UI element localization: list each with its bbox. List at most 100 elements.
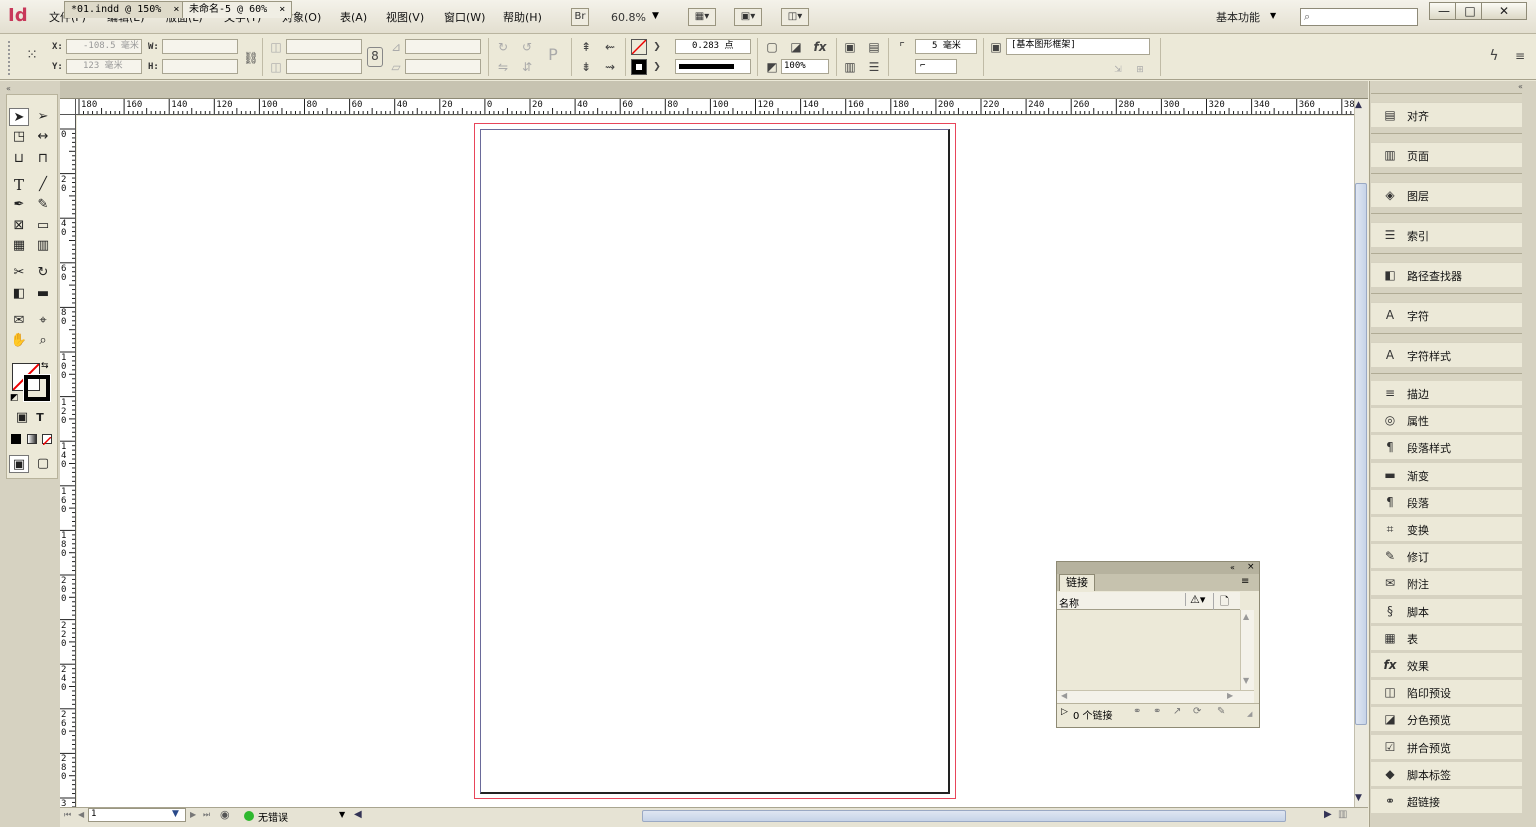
swap-colors-icon[interactable]: ⇆ <box>41 361 49 371</box>
document-tab-untitled-5[interactable]: 未命名-5 @ 60% × <box>182 1 293 18</box>
zoom-tool[interactable]: ⌕ <box>33 332 53 350</box>
panel-stroke[interactable]: ≡ 描边 <box>1371 381 1522 405</box>
links-scroll-left-icon[interactable]: ◀ <box>1061 691 1067 700</box>
toolbox-collapse-icon[interactable]: « <box>6 84 11 93</box>
constrain-proportions-icon[interactable]: ⛓ <box>243 50 259 66</box>
panel-group-grip[interactable] <box>1371 253 1522 262</box>
clear-overrides-icon[interactable]: ⇲ <box>1110 62 1126 78</box>
scale-y-field[interactable] <box>286 59 362 74</box>
corner-options-icon[interactable]: ⌜ <box>894 39 910 55</box>
horizontal-grid-tool[interactable]: ▦ <box>9 237 29 255</box>
gradient-swatch-tool[interactable]: ◧ <box>9 285 29 303</box>
vertical-scroll-thumb[interactable] <box>1355 183 1367 725</box>
split-window-icon[interactable]: ▥ <box>1338 809 1347 820</box>
pen-tool[interactable]: ✒ <box>9 196 29 214</box>
apply-gradient-icon[interactable] <box>27 434 37 444</box>
horizontal-ruler[interactable]: 180 160 140 120 100 80 60 40 20 0 20 40 60 80 100 120 14… <box>60 99 1354 115</box>
links-hscrollbar[interactable]: ◀ ▶ <box>1057 690 1254 703</box>
y-position-field[interactable]: 123 毫米 <box>66 59 142 74</box>
shear-angle-field[interactable] <box>405 59 481 74</box>
panel-pathfinder[interactable]: ◧ 路径查找器 <box>1371 263 1522 287</box>
hand-tool[interactable]: ✋ <box>9 332 29 350</box>
select-previous-icon[interactable]: ⇜ <box>602 39 618 55</box>
document-page[interactable] <box>480 129 950 794</box>
object-style-icon[interactable]: ▣ <box>988 39 1004 55</box>
links-panel-titlebar[interactable] <box>1057 562 1259 574</box>
panel-pages[interactable]: ▥ 页面 <box>1371 143 1522 167</box>
text-wrap-none-icon[interactable]: ▣ <box>842 39 858 55</box>
ruler-origin[interactable] <box>60 99 76 115</box>
panel-layers[interactable]: ◈ 图层 <box>1371 183 1522 207</box>
vertical-grid-tool[interactable]: ▥ <box>33 237 53 255</box>
content-collector-tool[interactable]: ⊔ <box>9 150 29 168</box>
scroll-up-icon[interactable]: ▲ <box>1355 100 1362 110</box>
note-tool[interactable]: ✉ <box>9 312 29 330</box>
gradient-feather-tool[interactable]: ▬ <box>33 285 53 303</box>
tab-close-icon[interactable]: × <box>173 4 179 15</box>
eyedropper-tool[interactable]: ⌖ <box>33 312 53 330</box>
panel-scripts[interactable]: § 脚本 <box>1371 598 1522 623</box>
panel-group-grip[interactable] <box>1371 93 1522 102</box>
panel-index[interactable]: ☰ 索引 <box>1371 223 1522 247</box>
scissors-tool[interactable]: ✂ <box>9 264 29 282</box>
panel-flattener-preview[interactable]: ☑ 拼合预览 <box>1371 734 1522 759</box>
links-collapse-icon[interactable]: « <box>1230 562 1235 573</box>
rotate-cw-icon[interactable]: ↻ <box>495 39 511 55</box>
links-scroll-right-icon[interactable]: ▶ <box>1227 691 1233 700</box>
zoom-dropdown-icon[interactable]: ▼ <box>652 11 659 21</box>
dock-expand-icon[interactable]: « <box>1518 82 1523 91</box>
menu-window[interactable]: 窗口(W) <box>444 9 485 25</box>
bridge-button[interactable]: Br <box>571 8 589 26</box>
links-panel-menu-icon[interactable]: ≡ <box>1241 576 1249 587</box>
panel-character-styles[interactable]: A 字符样式 <box>1371 343 1522 367</box>
default-colors-icon[interactable]: ◩ <box>10 393 19 403</box>
panel-attributes[interactable]: ◎ 属性 <box>1371 408 1522 433</box>
status-column-icon[interactable]: ⚠▾ <box>1185 593 1205 606</box>
tab-close-icon[interactable]: × <box>279 4 285 15</box>
last-page-icon[interactable]: ⏭ <box>203 810 210 820</box>
select-content-icon[interactable]: ⇟ <box>578 59 594 75</box>
rectangle-tool[interactable]: ▭ <box>33 217 53 235</box>
stroke-arrow-icon[interactable]: ❯ <box>649 59 665 75</box>
formatting-text-icon[interactable]: T <box>30 409 50 427</box>
gap-tool[interactable]: ↔ <box>33 128 53 146</box>
zoom-level[interactable]: 60.8% <box>611 11 646 24</box>
panel-align[interactable]: ▤ 对齐 <box>1371 103 1522 127</box>
shadow-toggle-icon[interactable]: ◪ <box>788 39 804 55</box>
scale-x-field[interactable] <box>286 39 362 54</box>
panel-group-grip[interactable] <box>1371 133 1522 142</box>
pencil-tool[interactable]: ✎ <box>33 196 53 214</box>
corner-size-field[interactable]: 5 毫米 <box>915 39 977 54</box>
text-wrap-shape-icon[interactable]: ▥ <box>842 59 858 75</box>
horizontal-scroll-thumb[interactable] <box>642 810 1286 822</box>
flip-vertical-icon[interactable]: ⇵ <box>519 59 535 75</box>
panel-transform[interactable]: ⌗ 变换 <box>1371 517 1522 541</box>
normal-view-icon[interactable]: ▣ <box>9 455 29 473</box>
new-object-style-icon[interactable]: ⊞ <box>1132 62 1148 78</box>
panel-script-label[interactable]: ◆ 脚本标签 <box>1371 761 1522 786</box>
panel-table[interactable]: ▦ 表 <box>1371 625 1522 650</box>
vertical-ruler[interactable]: 0 20 40 60 80 100 120 140 160 180 200 220 240 260 280 3 <box>60 115 76 807</box>
relink-cc-icon[interactable]: ⚭ <box>1133 706 1141 717</box>
rotate-ccw-icon[interactable]: ↺ <box>519 39 535 55</box>
help-search-input[interactable]: ⌕ <box>1300 8 1418 26</box>
line-tool[interactable]: ╱ <box>33 176 53 194</box>
scroll-right-icon[interactable]: ▶ <box>1324 809 1332 820</box>
document-tab-01-indd[interactable]: *01.indd @ 150% × <box>64 1 187 18</box>
panel-character[interactable]: A 字符 <box>1371 303 1522 327</box>
effects-fx-icon[interactable]: fx <box>812 39 828 55</box>
update-link-icon[interactable]: ⟳ <box>1193 706 1201 717</box>
panel-gradient[interactable]: ▬ 渐变 <box>1371 462 1522 487</box>
scroll-left-icon[interactable]: ◀ <box>354 809 362 820</box>
panel-separations-preview[interactable]: ◪ 分色预览 <box>1371 707 1522 732</box>
arrange-documents-button[interactable]: ◫▾ <box>781 8 809 26</box>
links-list[interactable] <box>1057 610 1240 690</box>
next-page-icon[interactable]: ▶ <box>190 810 196 819</box>
select-next-icon[interactable]: ⇝ <box>602 59 618 75</box>
rotation-angle-field[interactable] <box>405 39 481 54</box>
x-position-field[interactable]: -108.5 毫米 <box>66 39 142 54</box>
close-button[interactable]: ✕ <box>1481 2 1527 20</box>
free-transform-tool[interactable]: ↻ <box>33 264 53 282</box>
reference-point-icon[interactable]: ⁙ <box>24 47 40 63</box>
preflight-status[interactable]: 无错误 <box>258 809 288 824</box>
